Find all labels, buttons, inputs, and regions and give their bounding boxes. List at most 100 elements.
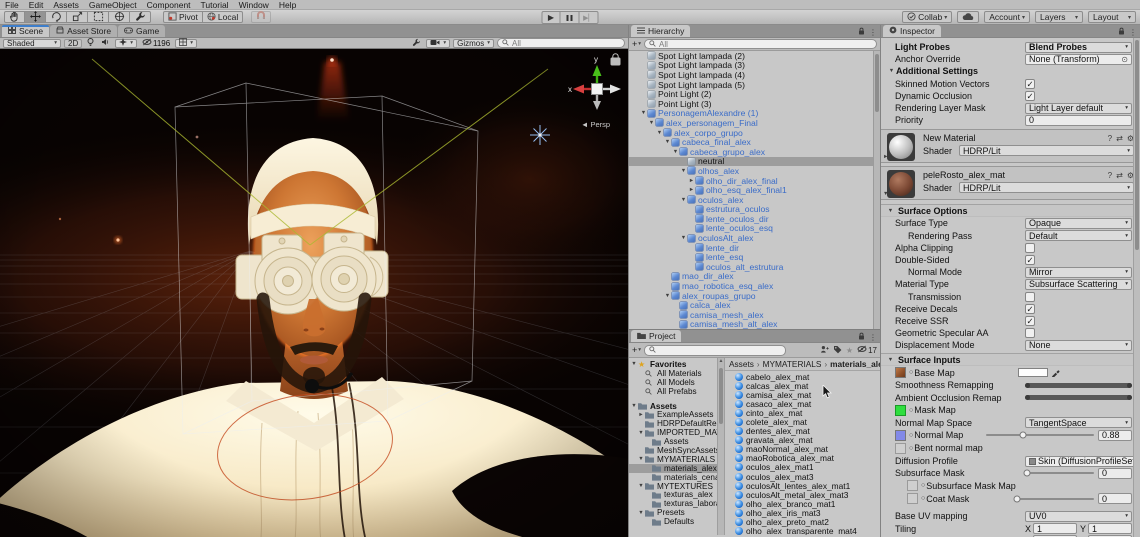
breadcrumb-mymaterials[interactable]: MYMATERIALS	[763, 359, 822, 369]
hierarchy-item[interactable]: ▼cabeca_final_alex	[629, 137, 880, 147]
transmission-checkbox[interactable]	[1025, 292, 1035, 302]
project-folder-item[interactable]: ▼IMPORTED_MAY	[629, 428, 717, 437]
project-folder-item[interactable]: ►ExampleAssets	[629, 410, 717, 419]
hierarchy-item[interactable]: estrutura_oculos	[629, 205, 880, 215]
menu-file[interactable]: File	[5, 0, 19, 10]
normal-map-strength-slider[interactable]	[986, 434, 1094, 436]
texture-slot-icon[interactable]: ○	[921, 495, 925, 502]
skinned-motion-vectors-checkbox[interactable]: ✓	[1025, 79, 1035, 89]
project-folder-item[interactable]: MeshSyncAssets	[629, 446, 717, 455]
surface-options-foldout[interactable]: ▼ Surface Options	[881, 204, 1140, 217]
shader-dropdown[interactable]: HDRP/Lit▾	[959, 145, 1134, 156]
material-header-pelerosto[interactable]: ▼ peleRosto_alex_mat ? ⇄ ⚙ Shader HDRP/L…	[881, 166, 1140, 200]
hierarchy-item[interactable]: ▼olhos_alex	[629, 166, 880, 176]
preset-icon[interactable]: ⇄	[1116, 134, 1123, 143]
texture-slot-icon[interactable]: ○	[921, 482, 925, 489]
normal-mode-dropdown[interactable]: Mirror▾	[1025, 267, 1132, 278]
scene-search-input[interactable]: All	[497, 38, 625, 48]
hand-tool-button[interactable]	[4, 11, 25, 23]
scene-viewport[interactable]: x y ◄ Persp	[0, 49, 628, 537]
rendering-layer-mask-dropdown[interactable]: Light Layer default▾	[1025, 103, 1132, 114]
subsurface-mask-slider[interactable]	[1025, 472, 1094, 474]
hierarchy-item[interactable]: calca_alex	[629, 300, 880, 310]
hierarchy-item[interactable]: Spot Light lampada (5)	[629, 80, 880, 90]
diffusion-profile-field[interactable]: Skin (DiffusionProfileSettings)⊙	[1025, 456, 1140, 467]
eyedropper-icon[interactable]	[1051, 368, 1060, 377]
tiling-x-field[interactable]: 1	[1033, 523, 1077, 534]
layers-dropdown[interactable]: Layers▾	[1035, 11, 1083, 23]
project-folder-item[interactable]: All Models	[629, 378, 717, 387]
coat-mask-slider[interactable]	[1014, 498, 1094, 500]
mask-map-thumbnail[interactable]	[895, 405, 906, 416]
normal-map-space-dropdown[interactable]: TangentSpace▾	[1025, 417, 1132, 428]
subsurface-mask-map-thumbnail[interactable]	[907, 480, 918, 491]
snap-button[interactable]	[251, 11, 271, 23]
surface-inputs-foldout[interactable]: ▼ Surface Inputs	[881, 353, 1140, 366]
lock-icon[interactable]	[858, 332, 865, 342]
hierarchy-item[interactable]: Point Light (3)	[629, 99, 880, 109]
project-folder-item[interactable]: Defaults	[629, 517, 717, 526]
menu-assets[interactable]: Assets	[53, 0, 79, 10]
hierarchy-item[interactable]: ►olho_esq_alex_final1	[629, 185, 880, 195]
scene-audio-toggle[interactable]	[99, 39, 112, 48]
geometric-specular-aa-checkbox[interactable]	[1025, 328, 1035, 338]
2d-toggle[interactable]: 2D	[64, 39, 82, 48]
panel-menu-icon[interactable]: ⋮	[1129, 28, 1137, 37]
scene-tools-button[interactable]	[410, 39, 423, 48]
bent-normal-thumbnail[interactable]	[895, 443, 906, 454]
favorites-star-icon[interactable]: ★	[846, 346, 853, 355]
texture-slot-icon[interactable]: ○	[909, 432, 913, 439]
cloud-button[interactable]	[957, 11, 979, 23]
scene-grid-dropdown[interactable]: ▾	[175, 39, 197, 48]
smoothness-remapping-slider[interactable]	[1025, 383, 1132, 388]
layout-dropdown[interactable]: Layout▾	[1088, 11, 1136, 23]
hierarchy-item[interactable]: lente_dir	[629, 243, 880, 253]
texture-slot-icon[interactable]: ○	[909, 369, 913, 376]
project-folder-item[interactable]: All Materials	[629, 369, 717, 378]
base-color-swatch[interactable]	[1018, 368, 1048, 377]
shading-mode-dropdown[interactable]: Shaded▾	[3, 39, 61, 48]
menu-component[interactable]: Component	[147, 0, 191, 10]
pivot-toggle-button[interactable]: Pivot	[163, 11, 203, 23]
step-button[interactable]: ▶▏	[580, 11, 599, 24]
project-folder-item[interactable]: HDRPDefaultRes	[629, 419, 717, 428]
hierarchy-item[interactable]: ▼alex_corpo_grupo	[629, 128, 880, 138]
panel-menu-icon[interactable]: ⋮	[869, 333, 877, 342]
search-by-label-icon[interactable]	[833, 345, 842, 356]
project-search-input[interactable]	[644, 345, 786, 356]
project-folder-item[interactable]: ▼MYTEXTURES	[629, 482, 717, 491]
project-folder-item[interactable]: ▼MYMATERIALS	[629, 455, 717, 464]
tab-scene[interactable]: Scene	[2, 25, 49, 37]
object-picker-icon[interactable]: ⊙	[1121, 55, 1128, 64]
rotate-tool-button[interactable]	[46, 11, 67, 23]
hierarchy-item[interactable]: ▼oculosAlt_alex	[629, 233, 880, 243]
rendering-pass-dropdown[interactable]: Default▾	[1025, 230, 1132, 241]
project-folder-item[interactable]: texturas_alex	[629, 490, 717, 499]
receive-decals-checkbox[interactable]: ✓	[1025, 304, 1035, 314]
material-header-new-material[interactable]: ► New Material ? ⇄ ⚙ Shader HDRP/Lit▾	[881, 129, 1140, 163]
help-icon[interactable]: ?	[1108, 171, 1112, 180]
light-probes-dropdown[interactable]: Blend Probes▾	[1025, 42, 1132, 53]
help-icon[interactable]: ?	[1108, 134, 1112, 143]
hierarchy-item[interactable]: mao_robotica_esq_alex	[629, 281, 880, 291]
hierarchy-item[interactable]: ▼cabeca_grupo_alex	[629, 147, 880, 157]
subsurface-mask-value[interactable]: 0	[1098, 468, 1132, 479]
project-folder-item[interactable]: Assets	[629, 437, 717, 446]
inspector-scrollbar[interactable]	[1133, 38, 1140, 537]
hierarchy-item[interactable]: lente_oculos_esq	[629, 224, 880, 234]
hierarchy-scrollbar[interactable]	[873, 51, 880, 329]
project-folder-item[interactable]: ▼★Favorites	[629, 360, 717, 369]
base-uv-mapping-dropdown[interactable]: UV0▾	[1025, 511, 1132, 522]
hierarchy-item[interactable]: oculos_alt_estrutura	[629, 262, 880, 272]
search-by-type-icon[interactable]	[820, 345, 829, 356]
scene-effects-dropdown[interactable]: ▾	[115, 39, 137, 48]
hierarchy-item[interactable]: Spot Light lampada (4)	[629, 70, 880, 80]
material-asset-item[interactable]: olho_alex_transparente_mat4	[725, 527, 880, 535]
project-folder-item[interactable]: materials_cena	[629, 473, 717, 482]
menu-edit[interactable]: Edit	[29, 0, 44, 10]
hierarchy-item[interactable]: Spot Light lampada (3)	[629, 61, 880, 71]
menu-help[interactable]: Help	[279, 0, 296, 10]
tab-hierarchy[interactable]: Hierarchy	[631, 25, 690, 37]
account-dropdown[interactable]: Account▾	[984, 11, 1030, 23]
project-folders-scrollbar[interactable]: ▲	[717, 358, 725, 535]
